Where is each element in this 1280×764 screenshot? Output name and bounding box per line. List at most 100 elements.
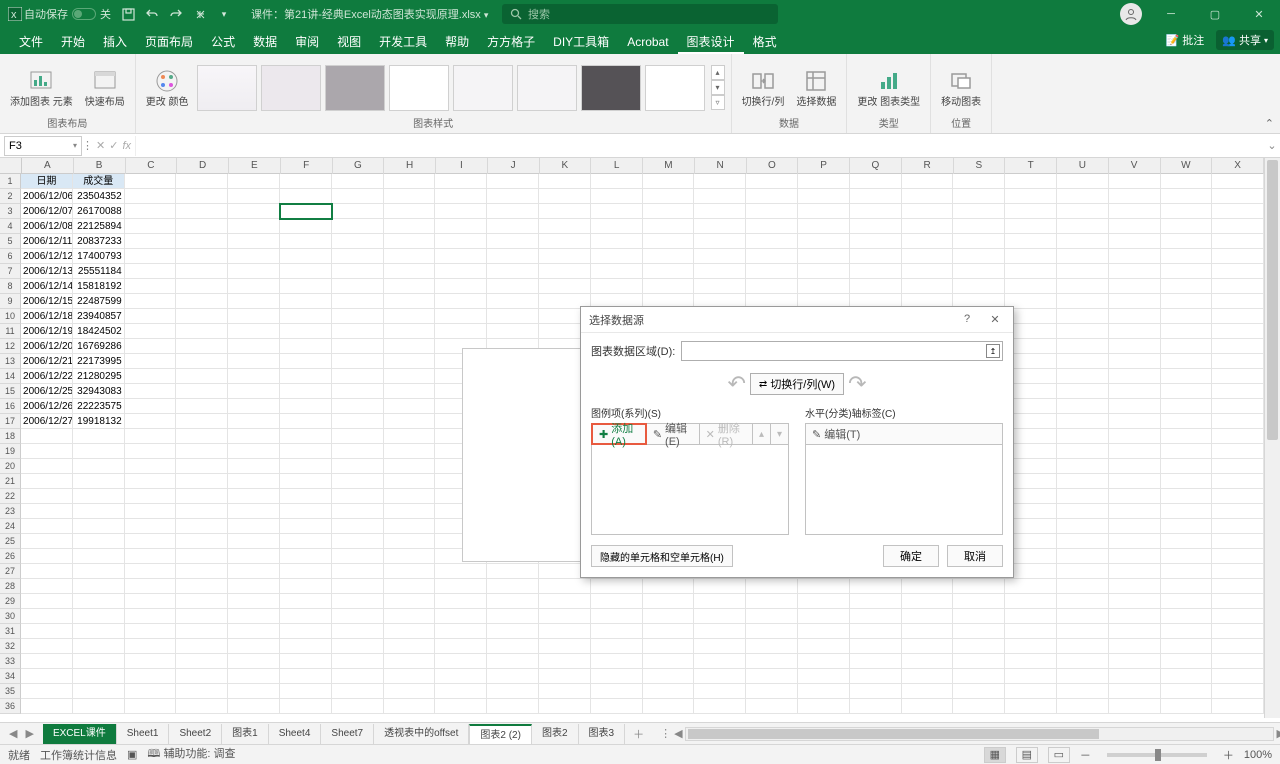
- cell-D4[interactable]: [176, 219, 228, 234]
- cell-E2[interactable]: [228, 189, 280, 204]
- cell-V4[interactable]: [1109, 219, 1161, 234]
- cell-S7[interactable]: [953, 264, 1005, 279]
- cell-U7[interactable]: [1057, 264, 1109, 279]
- cell-X16[interactable]: [1212, 399, 1264, 414]
- cell-D3[interactable]: [176, 204, 228, 219]
- cell-C1[interactable]: [125, 174, 177, 189]
- cell-W12[interactable]: [1161, 339, 1213, 354]
- cell-A16[interactable]: 2006/12/26: [21, 399, 73, 414]
- cell-Q29[interactable]: [850, 594, 902, 609]
- chart-data-range-input[interactable]: ↥: [681, 341, 1003, 361]
- cell-B8[interactable]: 15818192: [73, 279, 125, 294]
- cell-X17[interactable]: [1212, 414, 1264, 429]
- cell-Q30[interactable]: [850, 609, 902, 624]
- cell-I9[interactable]: [435, 294, 487, 309]
- cell-H35[interactable]: [384, 684, 436, 699]
- column-header-H[interactable]: H: [384, 158, 436, 174]
- ribbon-tab-数据[interactable]: 数据: [244, 30, 286, 54]
- cell-W31[interactable]: [1161, 624, 1213, 639]
- cell-V32[interactable]: [1109, 639, 1161, 654]
- cell-U31[interactable]: [1057, 624, 1109, 639]
- dialog-close-button[interactable]: ✕: [985, 313, 1005, 326]
- cell-H21[interactable]: [384, 474, 436, 489]
- cell-D18[interactable]: [176, 429, 228, 444]
- column-header-I[interactable]: I: [436, 158, 488, 174]
- cell-H3[interactable]: [384, 204, 436, 219]
- cell-P36[interactable]: [798, 699, 850, 714]
- cell-R31[interactable]: [902, 624, 954, 639]
- cell-G13[interactable]: [332, 354, 384, 369]
- cell-J2[interactable]: [487, 189, 539, 204]
- cell-F35[interactable]: [280, 684, 332, 699]
- cell-V23[interactable]: [1109, 504, 1161, 519]
- cell-I2[interactable]: [435, 189, 487, 204]
- vertical-scrollbar[interactable]: [1264, 158, 1280, 718]
- cell-C27[interactable]: [125, 564, 177, 579]
- cell-B29[interactable]: [73, 594, 125, 609]
- cell-O35[interactable]: [746, 684, 798, 699]
- cell-O7[interactable]: [746, 264, 798, 279]
- cell-E29[interactable]: [228, 594, 280, 609]
- cell-G22[interactable]: [332, 489, 384, 504]
- cell-E18[interactable]: [228, 429, 280, 444]
- ribbon-tab-开始[interactable]: 开始: [52, 30, 94, 54]
- touch-mode-icon[interactable]: [191, 5, 209, 23]
- cell-I6[interactable]: [435, 249, 487, 264]
- cell-N31[interactable]: [694, 624, 746, 639]
- cell-M32[interactable]: [643, 639, 695, 654]
- cell-C36[interactable]: [125, 699, 177, 714]
- page-layout-view-button[interactable]: ▤: [1016, 747, 1038, 763]
- cell-H30[interactable]: [384, 609, 436, 624]
- cell-I35[interactable]: [435, 684, 487, 699]
- cell-J5[interactable]: [487, 234, 539, 249]
- cell-U1[interactable]: [1057, 174, 1109, 189]
- cell-U8[interactable]: [1057, 279, 1109, 294]
- cell-B24[interactable]: [73, 519, 125, 534]
- column-header-W[interactable]: W: [1161, 158, 1213, 174]
- cell-J11[interactable]: [487, 324, 539, 339]
- cell-T6[interactable]: [1005, 249, 1057, 264]
- cell-J34[interactable]: [487, 669, 539, 684]
- cell-C15[interactable]: [125, 384, 177, 399]
- row-header-35[interactable]: 35: [0, 684, 21, 699]
- cell-P29[interactable]: [798, 594, 850, 609]
- row-header-25[interactable]: 25: [0, 534, 21, 549]
- cell-J1[interactable]: [487, 174, 539, 189]
- ribbon-tab-公式[interactable]: 公式: [202, 30, 244, 54]
- cell-C14[interactable]: [125, 369, 177, 384]
- cell-G8[interactable]: [332, 279, 384, 294]
- cell-X29[interactable]: [1212, 594, 1264, 609]
- cell-I30[interactable]: [435, 609, 487, 624]
- cell-B16[interactable]: 22223575: [73, 399, 125, 414]
- cell-J7[interactable]: [487, 264, 539, 279]
- cell-C4[interactable]: [125, 219, 177, 234]
- column-header-G[interactable]: G: [333, 158, 385, 174]
- cell-N35[interactable]: [694, 684, 746, 699]
- cell-U5[interactable]: [1057, 234, 1109, 249]
- cell-D5[interactable]: [176, 234, 228, 249]
- chart-style-4[interactable]: [389, 65, 449, 111]
- cell-C9[interactable]: [125, 294, 177, 309]
- cell-D15[interactable]: [176, 384, 228, 399]
- cell-F7[interactable]: [280, 264, 332, 279]
- cell-Q33[interactable]: [850, 654, 902, 669]
- cell-V31[interactable]: [1109, 624, 1161, 639]
- cell-D17[interactable]: [176, 414, 228, 429]
- cell-V35[interactable]: [1109, 684, 1161, 699]
- cell-T36[interactable]: [1005, 699, 1057, 714]
- cell-W24[interactable]: [1161, 519, 1213, 534]
- cell-C5[interactable]: [125, 234, 177, 249]
- cell-H36[interactable]: [384, 699, 436, 714]
- cell-H19[interactable]: [384, 444, 436, 459]
- cell-A10[interactable]: 2006/12/18: [21, 309, 73, 324]
- cell-D16[interactable]: [176, 399, 228, 414]
- cell-G6[interactable]: [332, 249, 384, 264]
- cell-J6[interactable]: [487, 249, 539, 264]
- horizontal-scrollbar[interactable]: ◀ ▶: [685, 727, 1274, 741]
- cell-B33[interactable]: [73, 654, 125, 669]
- cell-T4[interactable]: [1005, 219, 1057, 234]
- cell-V9[interactable]: [1109, 294, 1161, 309]
- cell-B34[interactable]: [73, 669, 125, 684]
- chart-style-7[interactable]: [581, 65, 641, 111]
- cell-R3[interactable]: [902, 204, 954, 219]
